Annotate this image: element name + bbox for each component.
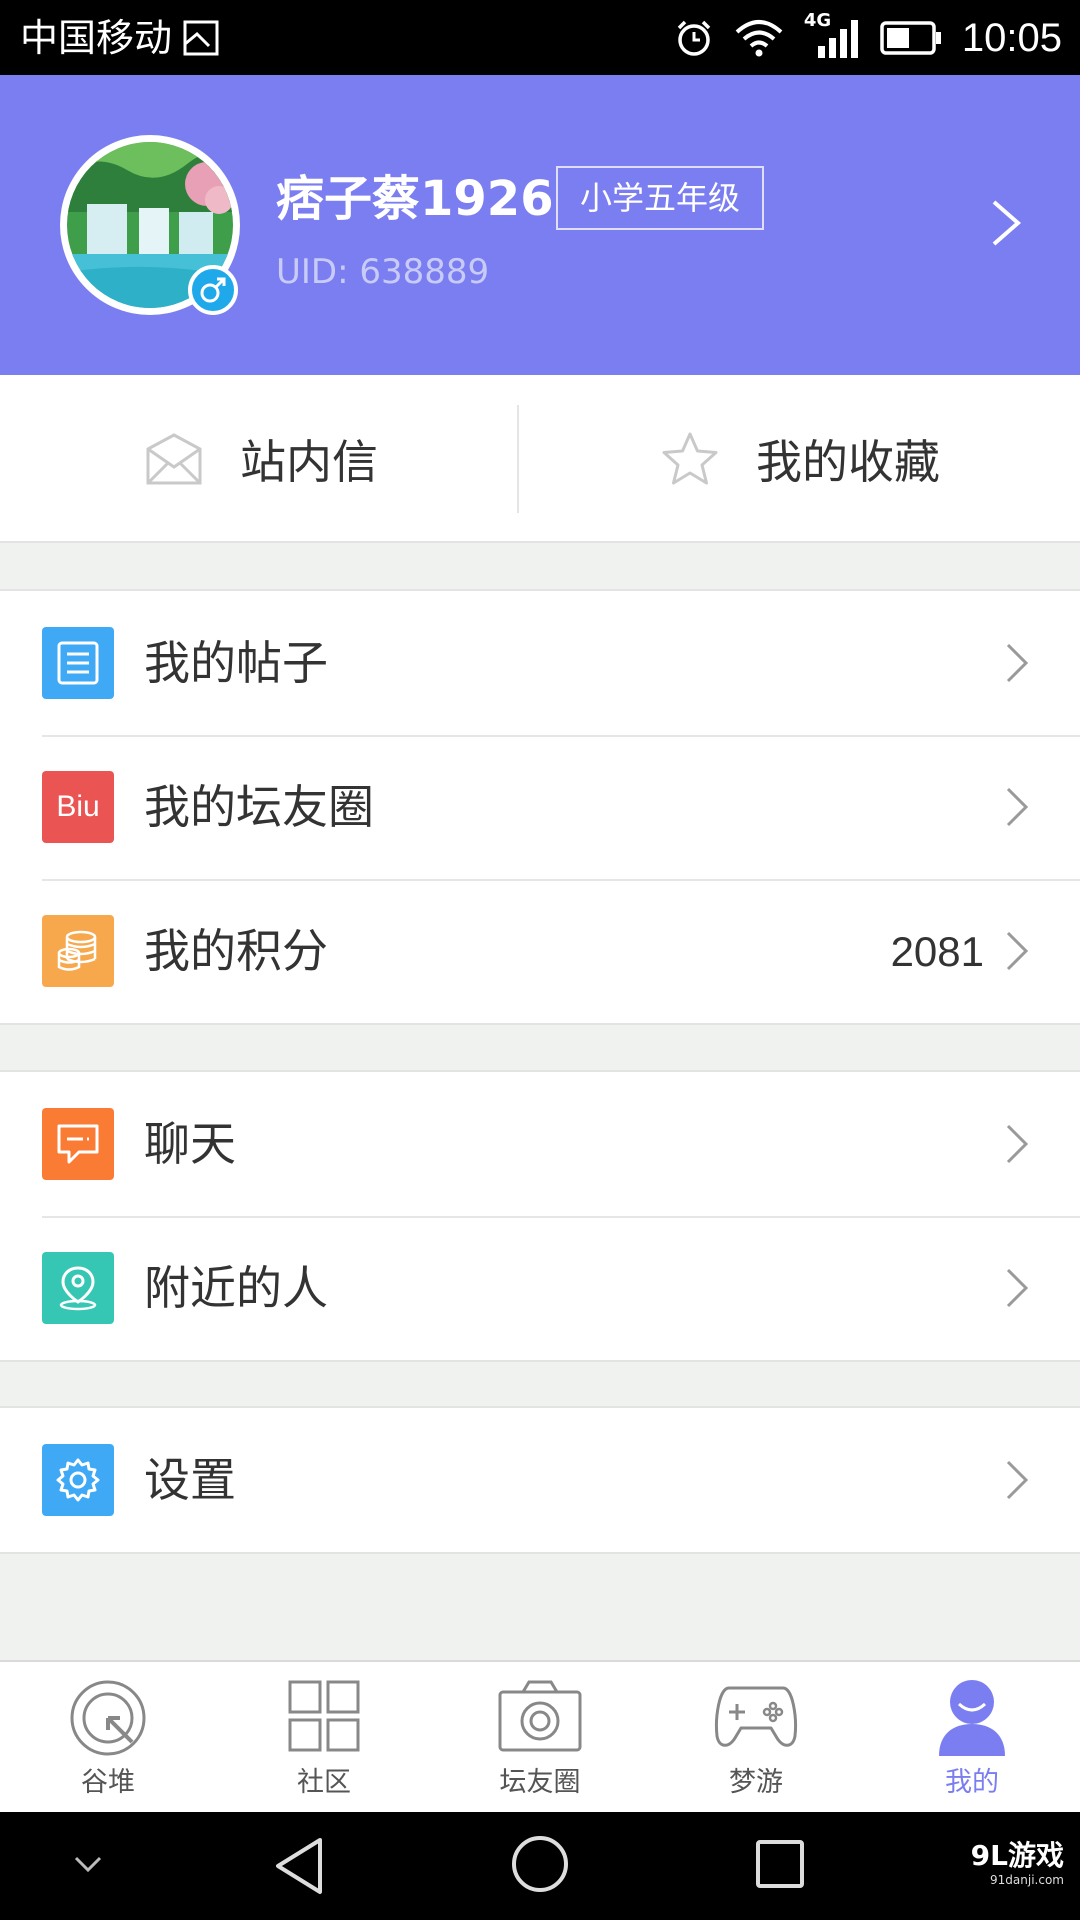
divider [517,405,519,513]
menu-item-label: 设置 [144,1453,236,1507]
gamepad-icon [715,1686,797,1747]
carrier-name: 中国移动 [20,16,173,60]
tab-me[interactable]: 我的 [864,1662,1080,1814]
person-icon [939,1680,1005,1756]
cell-signal-icon: 4G [804,10,860,60]
star-icon [662,432,718,485]
profile-header[interactable]: 痞子蔡1926 小学五年级 UID: 638889 [0,75,1080,375]
chevron-right-icon [1006,643,1029,683]
back-icon[interactable] [272,1836,328,1896]
tab-friend-circle[interactable]: 坛友圈 [432,1662,648,1814]
messages-label: 站内信 [240,435,378,489]
location-icon [42,1252,114,1324]
document-icon [42,627,114,699]
wifi-icon [735,20,783,57]
watermark-sub: 91danji.com [990,1873,1064,1887]
menu-item-nearby-people[interactable]: 附近的人 [0,1216,1080,1360]
tab-gudui[interactable]: 谷堆 [0,1662,216,1814]
grade-badge: 小学五年级 [556,166,765,230]
clock: 10:05 [961,16,1062,60]
watermark-main: 9L游戏 [970,1839,1064,1872]
gallery-notification-icon [183,20,219,56]
chevron-right-icon [1006,1460,1029,1500]
system-navigation-bar: 9L游戏 91danji.com [0,1812,1080,1920]
tab-games[interactable]: 梦游 [648,1662,864,1814]
home-icon[interactable] [510,1834,570,1894]
tab-label: 坛友圈 [499,1767,581,1798]
grid-icon [288,1680,360,1752]
menu-item-label: 聊天 [144,1117,236,1171]
tab-label: 梦游 [729,1767,783,1798]
chevron-right-icon [1006,787,1029,827]
gear-icon [42,1444,114,1516]
bottom-tab-bar: 谷堆 社区 坛友圈 梦游 我的 [0,1660,1080,1812]
tab-community[interactable]: 社区 [216,1662,432,1814]
menu-item-my-circle[interactable]: Biu 我的坛友圈 [0,735,1080,879]
tab-label: 社区 [297,1767,351,1798]
menu-item-label: 我的积分 [144,924,328,978]
menu-item-my-points[interactable]: 我的积分 2081 [0,879,1080,1023]
user-id: UID: 638889 [276,252,490,292]
battery-icon [880,21,941,55]
recent-apps-icon[interactable] [754,1838,806,1890]
quick-actions: 站内信 我的收藏 [0,375,1080,543]
watermark-logo: 9L游戏 91danji.com [971,1840,1064,1888]
chevron-right-icon [1006,1268,1029,1308]
menu-item-label: 我的坛友圈 [144,780,374,834]
favorites-label: 我的收藏 [756,435,940,489]
chevron-right-icon [1006,1124,1029,1164]
menu-group-settings: 设置 [0,1406,1080,1554]
favorites-button[interactable]: 我的收藏 [660,375,940,543]
menu-item-chat[interactable]: 聊天 [0,1072,1080,1216]
target-icon [70,1680,146,1756]
camera-icon [498,1680,582,1752]
menu-item-label: 附近的人 [144,1261,328,1315]
username: 痞子蔡1926 [276,171,554,227]
male-gender-icon [188,265,238,315]
chevron-down-icon[interactable] [72,1852,104,1876]
envelope-icon [146,433,202,485]
chat-icon [42,1108,114,1180]
menu-item-my-posts[interactable]: 我的帖子 [0,591,1080,735]
biu-icon: Biu [42,771,114,843]
alarm-icon [677,20,711,56]
menu-item-settings[interactable]: 设置 [0,1408,1080,1552]
tab-label: 我的 [945,1767,999,1798]
coins-icon [42,915,114,987]
menu-group-content: 我的帖子 Biu 我的坛友圈 我的积分 2081 [0,589,1080,1025]
chevron-right-icon[interactable] [986,198,1026,248]
status-bar: 中国移动 4G 10:05 [0,0,1080,75]
chevron-right-icon [1006,931,1029,971]
tab-label: 谷堆 [81,1767,135,1798]
points-value: 2081 [890,928,984,975]
messages-button[interactable]: 站内信 [144,375,378,543]
menu-group-social: 聊天 附近的人 [0,1070,1080,1362]
menu-item-label: 我的帖子 [144,636,328,690]
